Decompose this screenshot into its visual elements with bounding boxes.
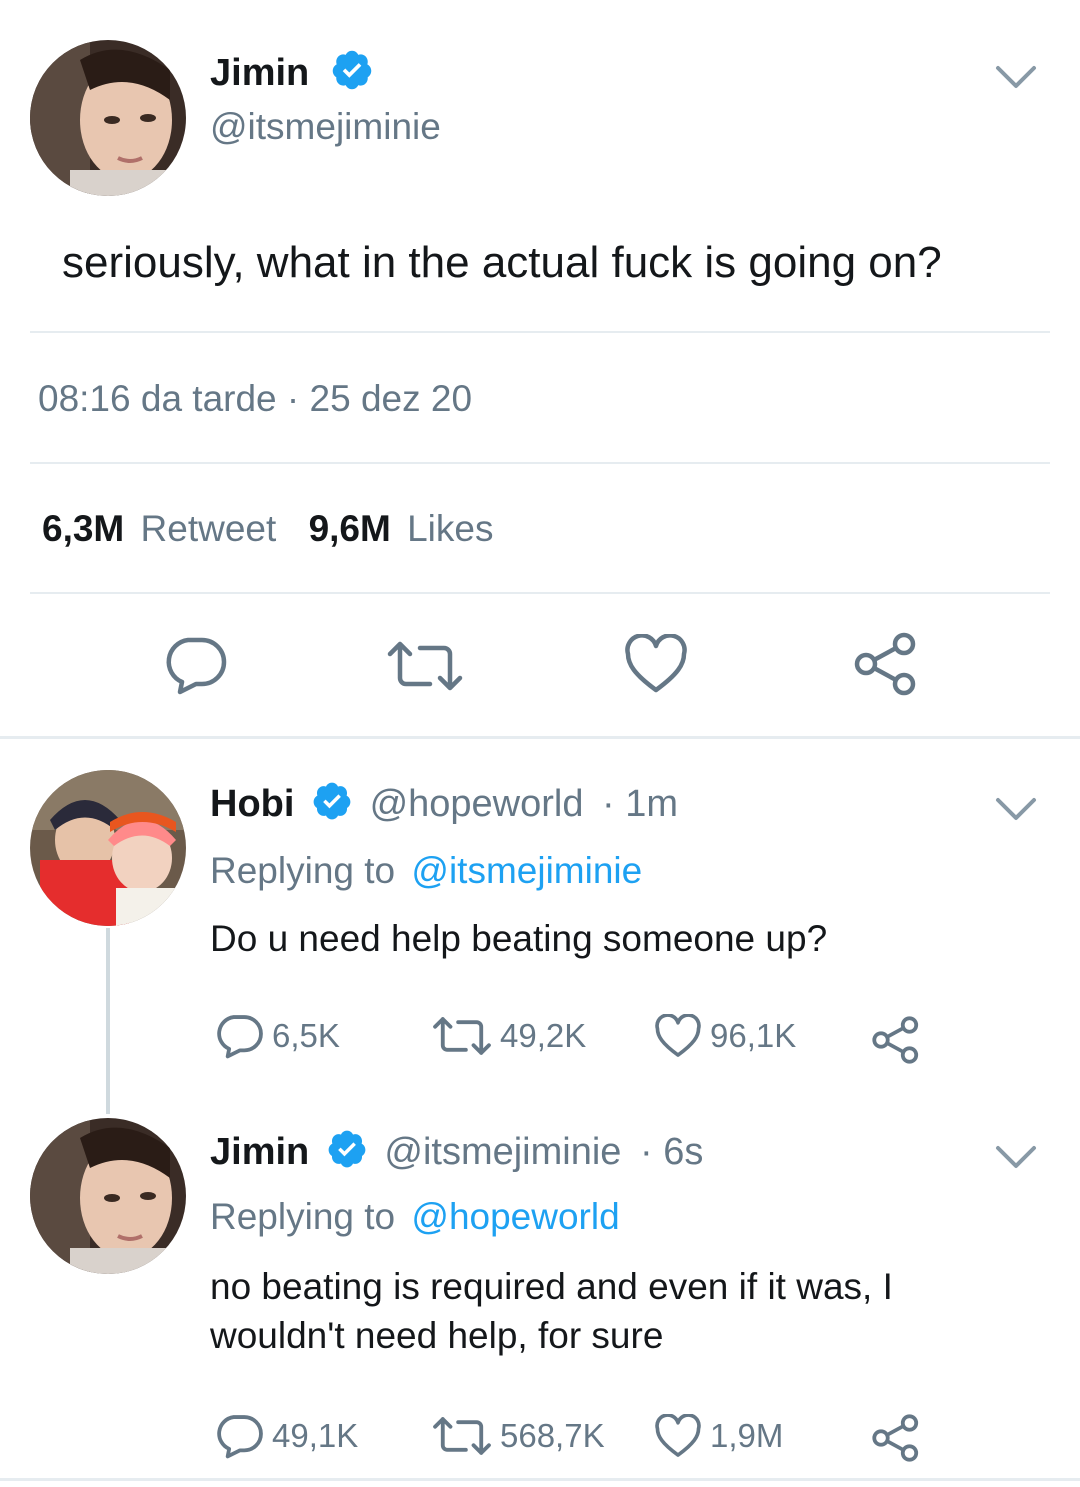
replying-to: Replying to @itsmejiminie [210, 850, 642, 892]
reply-action[interactable]: 49,1K [214, 1412, 358, 1460]
reply-icon [217, 1415, 263, 1459]
replying-to-handle[interactable]: @hopeworld [411, 1196, 619, 1237]
tweet-timestamp[interactable]: 08:16 da tarde · 25 dez 20 [38, 378, 472, 420]
reply-icon [217, 1015, 263, 1059]
share-icon[interactable] [872, 1016, 920, 1064]
reply-avatar[interactable] [30, 770, 186, 926]
reply-icon[interactable] [162, 634, 228, 696]
like-icon [655, 1414, 701, 1457]
thread-line [106, 928, 110, 1114]
reply-text: no beating is required and even if it wa… [210, 1262, 893, 1360]
reply-header: Hobi @hopeworld · 1m [210, 780, 678, 832]
share-icon[interactable] [854, 632, 918, 696]
reply-count: 6,5K [272, 1017, 340, 1054]
reply-author-name[interactable]: Hobi [210, 783, 294, 825]
retweet-action[interactable]: 49,2K [432, 1016, 586, 1056]
retweet-icon[interactable] [386, 640, 464, 692]
verified-badge-icon [326, 1128, 368, 1180]
reply-author-name[interactable]: Jimin [210, 1131, 309, 1173]
verified-badge-icon [311, 780, 353, 832]
like-count: 96,1K [710, 1017, 797, 1054]
replying-to: Replying to @hopeworld [210, 1196, 620, 1238]
retweet-icon [433, 1017, 491, 1055]
tweet-text: seriously, what in the actual fuck is go… [62, 238, 942, 287]
author-avatar[interactable] [30, 40, 186, 196]
reply-time[interactable]: · 6s [640, 1131, 703, 1173]
author-header: Jimin [210, 48, 374, 102]
divider [30, 462, 1050, 464]
like-icon [655, 1014, 701, 1057]
like-action[interactable]: 1,9M [654, 1414, 783, 1458]
reply-author-handle[interactable]: @itsmejiminie [384, 1131, 621, 1173]
reply-text-line: wouldn't need help, for sure [210, 1315, 664, 1356]
reply-text: Do u need help beating someone up? [210, 918, 828, 959]
divider [30, 592, 1050, 594]
like-action[interactable]: 96,1K [654, 1014, 796, 1058]
retweet-count[interactable]: 6,3M [42, 508, 124, 549]
like-label[interactable]: Likes [407, 508, 493, 549]
retweet-action[interactable]: 568,7K [432, 1416, 605, 1456]
reply-time[interactable]: · 1m [602, 783, 678, 825]
like-icon[interactable] [624, 634, 688, 694]
replying-to-label: Replying to [210, 1196, 396, 1237]
chevron-down-icon[interactable] [994, 794, 1038, 824]
retweet-icon [433, 1417, 491, 1455]
retweet-count: 49,2K [500, 1017, 587, 1054]
replying-to-handle[interactable]: @itsmejiminie [411, 850, 642, 891]
like-count[interactable]: 9,6M [309, 508, 391, 549]
author-handle[interactable]: @itsmejiminie [210, 106, 441, 148]
share-icon[interactable] [872, 1414, 920, 1462]
reply-avatar[interactable] [30, 1118, 186, 1274]
replying-to-label: Replying to [210, 850, 396, 891]
reply-header: Jimin @itsmejiminie · 6s [210, 1128, 703, 1180]
retweet-count: 568,7K [500, 1417, 605, 1454]
verified-badge-icon [330, 48, 374, 102]
reply-author-handle[interactable]: @hopeworld [370, 783, 584, 825]
divider [30, 331, 1050, 333]
retweet-label[interactable]: Retweet [141, 508, 277, 549]
author-name[interactable]: Jimin [210, 52, 309, 94]
bottom-divider [0, 1478, 1080, 1481]
reply-count: 49,1K [272, 1417, 359, 1454]
reply-text-line: no beating is required and even if it wa… [210, 1266, 893, 1307]
chevron-down-icon[interactable] [994, 1142, 1038, 1172]
chevron-down-icon[interactable] [994, 62, 1038, 92]
like-count: 1,9M [710, 1417, 784, 1454]
reply-action[interactable]: 6,5K [214, 1012, 340, 1060]
tweet-stats: 6,3M Retweet 9,6M Likes [42, 508, 494, 550]
section-divider [0, 736, 1080, 739]
